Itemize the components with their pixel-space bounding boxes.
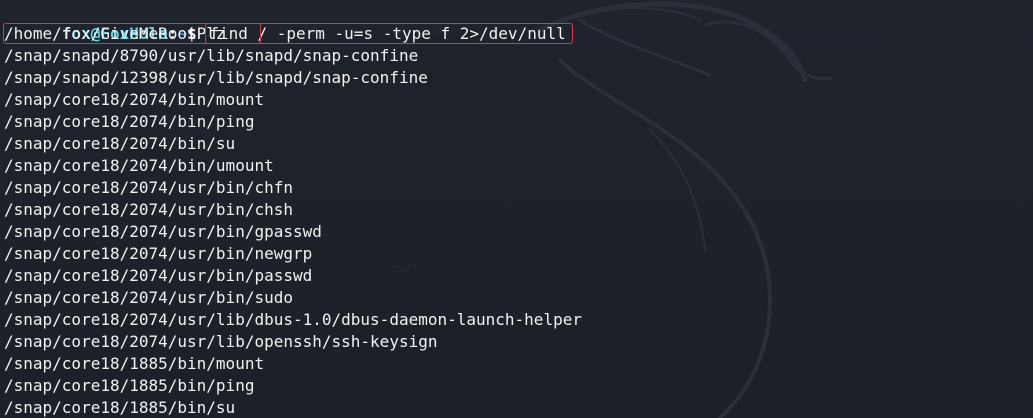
terminal-output: fox@FoxHole:~$ find / -perm -u=s -type f… [3,1,582,418]
output-line: /snap/core18/2074/usr/lib/openssh/ssh-ke… [4,332,438,351]
output-line: /snap/core18/2074/usr/bin/passwd [4,266,313,285]
output-line: /snap/core18/1885/bin/ping [4,376,255,395]
output-line: /snap/core18/2074/usr/bin/gpasswd [4,222,322,241]
output-line: /snap/core18/2074/usr/bin/chsh [4,200,293,219]
output-line: /snap/core18/2074/usr/bin/sudo [4,288,293,307]
highlighted-command: find / -perm -u=s -type f 2>/dev/null [205,23,573,44]
highlighted-suid-binary: /home/fox/GiveMeRootPlz [3,23,261,44]
output-line: /snap/core18/1885/bin/su [4,398,236,417]
output-line: /snap/core18/2074/bin/ping [4,112,255,131]
output-line: /snap/core18/2074/bin/su [4,134,236,153]
terminal-window[interactable]: nginrest curl fox@FoxHole:~$ find / -per… [0,0,1033,418]
output-line: /snap/core18/2074/bin/umount [4,156,274,175]
output-line: /snap/core18/1885/bin/mount [4,354,265,373]
output-line: /snap/snapd/12398/usr/lib/snapd/snap-con… [4,68,428,87]
output-line: /snap/core18/2074/usr/lib/dbus-1.0/dbus-… [4,310,582,329]
output-line: /snap/core18/2074/usr/bin/newgrp [4,244,313,263]
output-line: /snap/snapd/8790/usr/lib/snapd/snap-conf… [4,46,419,65]
output-line: /snap/core18/2074/usr/bin/chfn [4,178,293,197]
output-line: /snap/core18/2074/bin/mount [4,90,265,109]
prompt-line: fox@FoxHole:~$ find / -perm -u=s -type f… [4,1,582,44]
